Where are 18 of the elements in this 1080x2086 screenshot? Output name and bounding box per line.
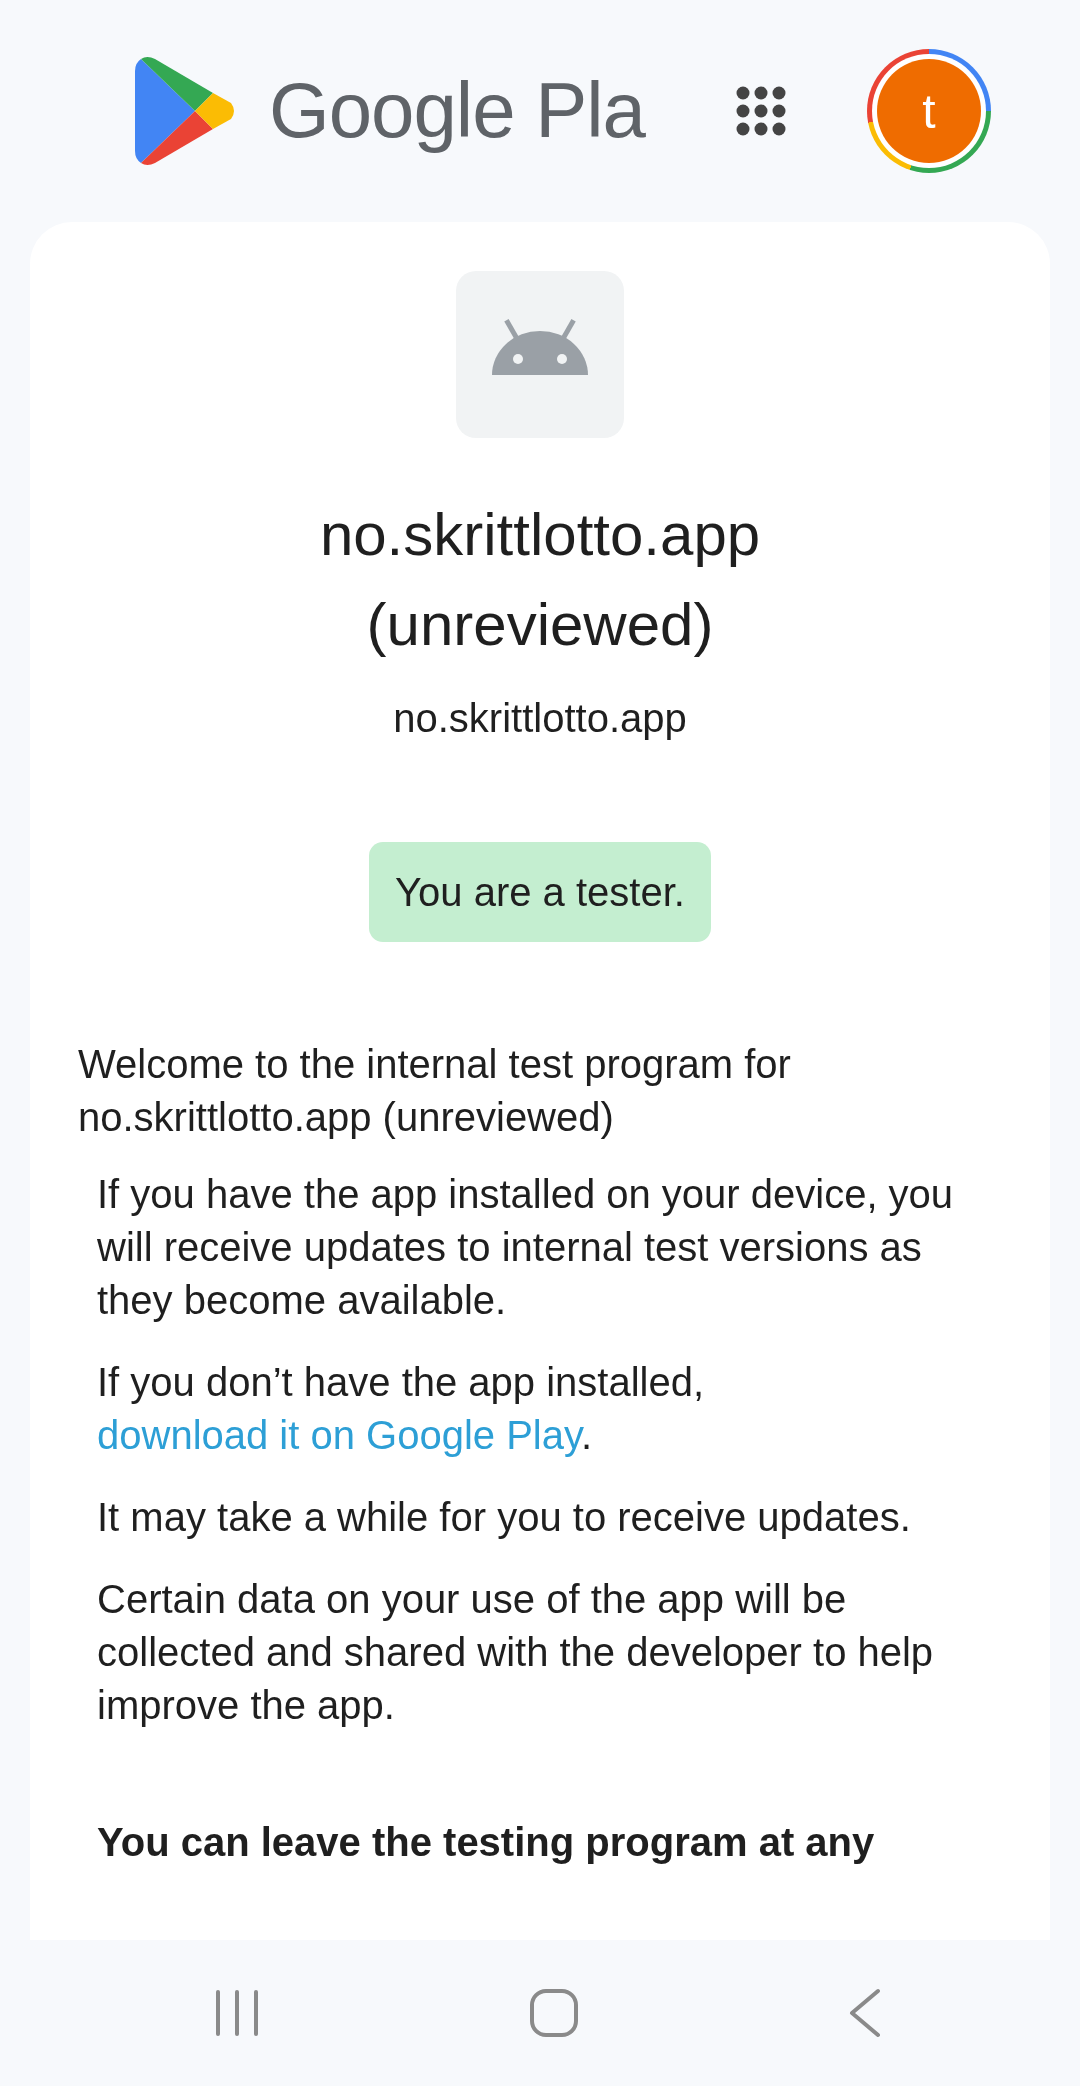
- info-paragraph: If you don’t have the app installed, download it on Google Play.: [97, 1359, 706, 1459]
- tester-badge: You are a tester.: [369, 842, 711, 942]
- apps-grid-icon[interactable]: [734, 85, 787, 137]
- app-title: no.skrittlotto.app (unreviewed): [318, 500, 762, 660]
- account-avatar[interactable]: t: [866, 49, 991, 173]
- recent-apps-icon[interactable]: [214, 1989, 260, 2037]
- info-paragraph: Certain data on your use of the app will be collected and shared with the developer to help improve the app.: [97, 1576, 935, 1729]
- home-icon[interactable]: [529, 1988, 579, 2038]
- back-icon[interactable]: [848, 1988, 882, 2038]
- android-icon: [456, 271, 624, 438]
- info-paragraph: If you have the app installed on your device, you will receive updates to internal test versions as they become available.: [97, 1171, 955, 1324]
- download-link[interactable]: download it on Google Play: [97, 1413, 582, 1457]
- welcome-text: Welcome to the internal test program for no.skrittlotto.app (unreviewed): [78, 1041, 792, 1141]
- info-paragraph: It may take a while for you to receive updates.: [97, 1494, 912, 1541]
- package-name: no.skrittlotto.app: [392, 695, 688, 742]
- play-logo-icon: [133, 55, 237, 167]
- leave-program-notice: You can leave the testing program at any: [97, 1819, 876, 1866]
- logo-text: Google Pla: [269, 65, 645, 157]
